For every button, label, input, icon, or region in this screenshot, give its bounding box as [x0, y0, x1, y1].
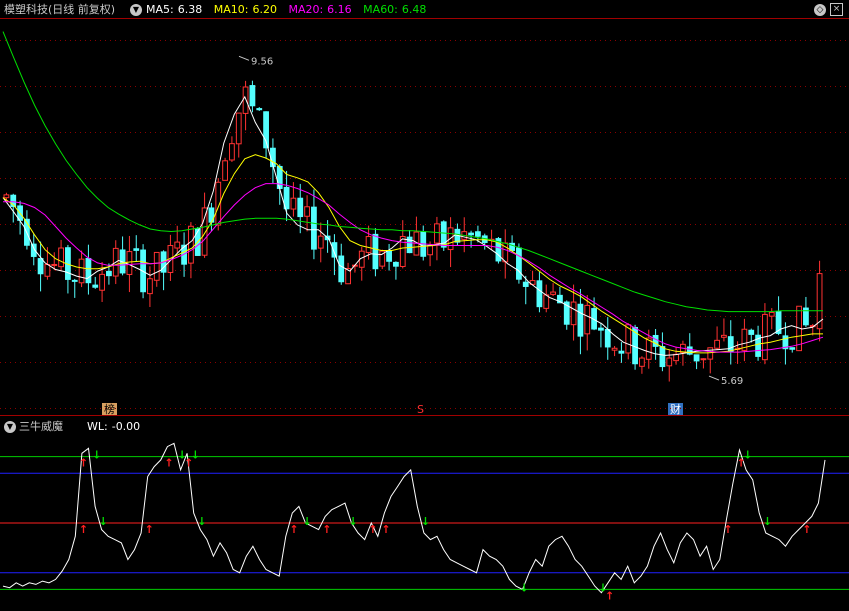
- ma-lines: [2, 31, 824, 356]
- candle-up: [290, 197, 297, 210]
- candle-down: [693, 354, 700, 362]
- candle-down: [276, 165, 283, 189]
- candle-down: [297, 197, 304, 218]
- candle-up: [768, 311, 775, 317]
- candle-down: [475, 231, 481, 237]
- candle-down: [249, 85, 256, 107]
- buy-arrow-icon: ↑: [79, 457, 88, 470]
- candle-up: [147, 278, 153, 295]
- indicator-panel: ↑↑↓↓↑↑↓↑↓↓↑↓↑↓↑ ↑↓↓ ↓↑↑↑↓↓↑: [0, 442, 849, 602]
- candle-up: [126, 251, 133, 275]
- candle-down: [727, 336, 734, 353]
- candle-up: [427, 245, 433, 256]
- candle-up: [174, 241, 181, 249]
- candle-down: [536, 280, 543, 308]
- candle-down: [789, 347, 796, 350]
- candle-down: [604, 328, 611, 348]
- candle-down: [618, 350, 625, 354]
- candle-down: [598, 327, 604, 331]
- candle-up: [201, 207, 208, 256]
- candle-up: [570, 301, 577, 326]
- candle-up: [434, 223, 440, 244]
- buy-arrow-icon: ↑: [145, 523, 154, 536]
- candle-up: [3, 194, 10, 199]
- buy-arrow-icon: ↑: [381, 523, 390, 536]
- candle-up: [235, 112, 242, 145]
- buy-arrow-icon: ↑: [164, 457, 173, 470]
- high-label: 9.56: [251, 56, 273, 67]
- price-grid: [0, 18, 849, 416]
- chart-svg: 9.565.69 ↑↑↓↓↑↑↓↑↓↓↑↓↑↓↑ ↑↓↓ ↓↑↑↑↓↓↑: [0, 18, 849, 602]
- high-pointer: [238, 55, 250, 61]
- candle-up: [666, 357, 673, 367]
- candle-up: [99, 273, 105, 291]
- candle-up: [317, 235, 324, 249]
- candle-down: [133, 248, 140, 251]
- candle-up: [229, 143, 235, 161]
- candle-up: [153, 251, 160, 281]
- candle-down: [85, 257, 92, 284]
- ma-line-ma20: [3, 183, 824, 353]
- candle-up: [584, 304, 591, 335]
- candle-down: [748, 329, 755, 335]
- candle-up: [543, 294, 550, 309]
- candle-up: [399, 236, 406, 267]
- candle-up: [721, 334, 727, 338]
- buy-arrow-icon: ↑: [289, 523, 298, 536]
- candle-up: [51, 263, 58, 266]
- candle-up: [673, 353, 679, 362]
- buy-arrow-icon: ↑: [79, 523, 88, 536]
- candle-up: [611, 347, 618, 351]
- sell-arrow-icon: ↓: [302, 515, 311, 528]
- candle-down: [372, 233, 379, 270]
- candle-down: [92, 284, 99, 288]
- sell-arrow-icon: ↓: [99, 515, 108, 528]
- sell-arrow-icon: ↓: [763, 515, 772, 528]
- candle-up: [707, 347, 714, 360]
- low-label: 5.69: [721, 376, 743, 387]
- buy-arrow-icon: ↑: [322, 523, 331, 536]
- buy-arrow-icon: ↑: [802, 523, 811, 536]
- candle-down: [311, 206, 317, 250]
- ma-line-ma60: [2, 31, 823, 313]
- candle-down: [522, 281, 529, 287]
- candle-down: [577, 303, 584, 337]
- buy-arrow-icon: ↑: [723, 523, 732, 536]
- candle-down: [386, 250, 392, 262]
- sell-arrow-icon: ↓: [191, 449, 200, 462]
- candle-down: [106, 270, 112, 277]
- buy-arrow-icon: ↑: [605, 589, 614, 602]
- sell-arrow-icon: ↓: [92, 449, 101, 462]
- candle-up: [365, 236, 372, 253]
- buy-arrow-icon: ↑: [368, 523, 377, 536]
- candle-up: [242, 86, 249, 114]
- candle-up: [700, 358, 707, 361]
- candle-up: [44, 264, 51, 277]
- sell-arrow-icon: ↓: [743, 449, 752, 462]
- candle-up: [304, 206, 310, 217]
- chart-stage: 模塑科技(日线 前复权) ▼ MA5: 6.38 MA10: 6.20 MA20: 6…: [0, 0, 849, 611]
- candle-down: [659, 346, 666, 368]
- sell-arrow-icon: ↓: [520, 581, 529, 594]
- candle-up: [78, 258, 85, 284]
- candle-down: [37, 258, 44, 275]
- candle-up: [188, 225, 194, 264]
- ma-line-ma10: [2, 154, 823, 354]
- candle-up: [639, 357, 645, 367]
- candle-up: [58, 247, 64, 268]
- candle-up: [714, 339, 720, 349]
- candle-up: [222, 160, 228, 181]
- sell-arrow-icon: ↓: [349, 515, 358, 528]
- candle-down: [516, 247, 522, 280]
- candle-down: [71, 279, 78, 282]
- low-pointer: [708, 375, 720, 381]
- candle-up: [550, 291, 556, 295]
- candle-down: [338, 255, 345, 283]
- candle-down: [256, 108, 263, 111]
- sell-arrow-icon: ↓: [421, 515, 430, 528]
- sell-arrow-icon: ↓: [197, 515, 206, 528]
- wl-line: [2, 442, 826, 594]
- candle-down: [468, 232, 474, 236]
- candle-down: [393, 261, 399, 267]
